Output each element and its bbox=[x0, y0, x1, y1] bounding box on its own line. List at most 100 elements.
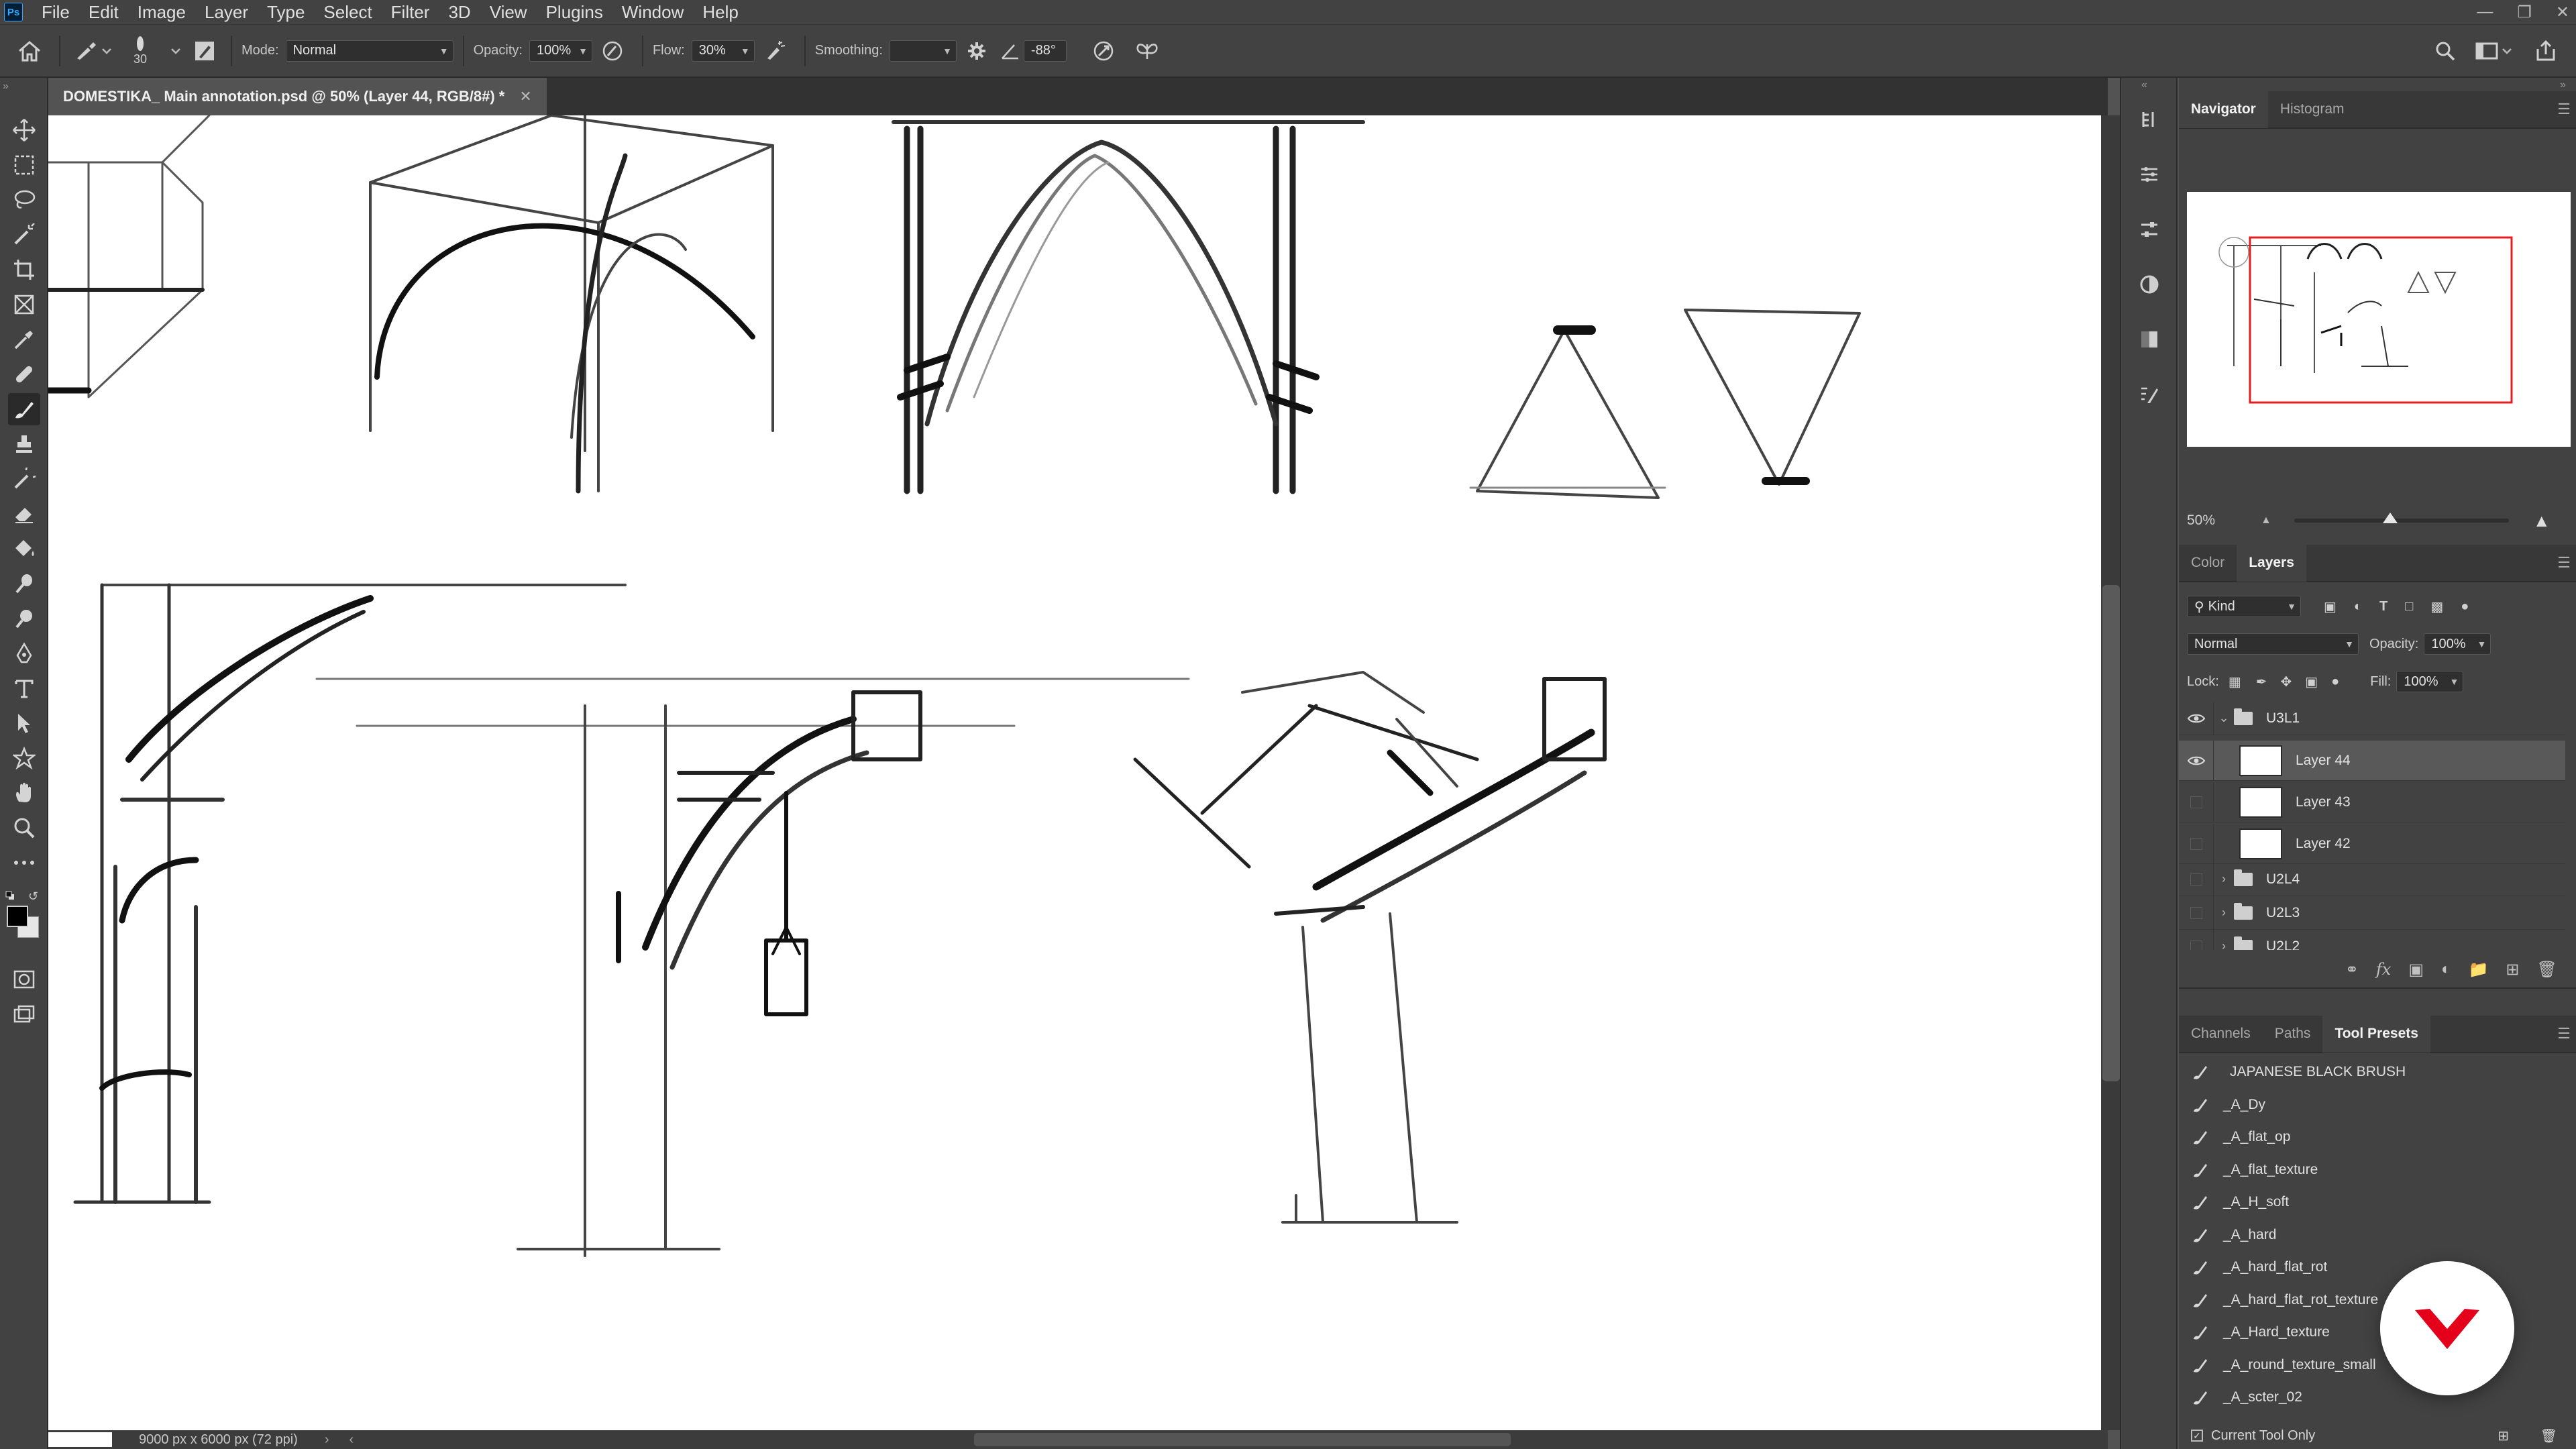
symmetry-butterfly-icon[interactable] bbox=[1127, 40, 1167, 62]
new-layer-icon[interactable]: ⊞ bbox=[2506, 960, 2519, 979]
brush-tool-icon[interactable] bbox=[8, 393, 40, 425]
lock-all-padlock-icon[interactable]: ● bbox=[2331, 674, 2339, 690]
tab-channels[interactable]: Channels bbox=[2179, 1015, 2263, 1053]
custom-shape-tool-icon[interactable] bbox=[8, 742, 40, 774]
zoom-slider[interactable] bbox=[2294, 513, 2509, 523]
tab-navigator[interactable]: Navigator bbox=[2179, 91, 2268, 128]
delete-layer-trash-icon[interactable]: 🗑 bbox=[2537, 960, 2557, 979]
fill-input[interactable]: 100% ▼ bbox=[2396, 671, 2464, 692]
tool-preset-item[interactable]: _A_flat_texture bbox=[2187, 1154, 2563, 1186]
layer-opacity-input[interactable]: 100% ▼ bbox=[2424, 633, 2491, 655]
eyedropper-tool-icon[interactable] bbox=[8, 323, 40, 356]
move-tool-icon[interactable] bbox=[8, 114, 40, 146]
clone-stamp-tool-icon[interactable] bbox=[8, 428, 40, 460]
color-panel-icon[interactable] bbox=[2135, 270, 2164, 299]
search-icon[interactable] bbox=[2428, 40, 2462, 62]
menu-file[interactable]: File bbox=[32, 0, 79, 24]
hand-tool-icon[interactable] bbox=[8, 777, 40, 809]
chevron-right-icon[interactable]: › bbox=[2214, 872, 2234, 886]
history-panel-icon[interactable] bbox=[2135, 105, 2164, 134]
layer-group-row[interactable]: › U2L4 bbox=[2179, 862, 2565, 896]
tool-preset-item[interactable]: _A_hard bbox=[2187, 1219, 2563, 1251]
layer-name[interactable]: U2L3 bbox=[2266, 905, 2300, 921]
filter-pixel-icon[interactable]: ▣ bbox=[2324, 598, 2337, 615]
layer-name[interactable]: U2L2 bbox=[2266, 938, 2300, 951]
default-colors-icon[interactable] bbox=[5, 891, 15, 900]
pressure-opacity-icon[interactable] bbox=[592, 40, 633, 62]
layer-name[interactable]: Layer 42 bbox=[2296, 836, 2351, 852]
layer-name[interactable]: U3L1 bbox=[2266, 710, 2300, 727]
color-swatches[interactable]: ↺ bbox=[4, 890, 44, 943]
flow-input[interactable]: 30% ▼ bbox=[691, 40, 755, 62]
workspace-icon[interactable] bbox=[2471, 41, 2518, 61]
zoom-tool-icon[interactable] bbox=[8, 812, 40, 844]
menu-filter[interactable]: Filter bbox=[382, 0, 439, 24]
tool-preset-item[interactable]: _A_SOFT_100 bbox=[2187, 1414, 2563, 1421]
minimize-icon[interactable]: — bbox=[2477, 3, 2493, 21]
tool-preset-item[interactable]: _A_H_soft bbox=[2187, 1186, 2563, 1218]
filter-toggle-icon[interactable]: ● bbox=[2461, 599, 2469, 614]
document-canvas[interactable] bbox=[48, 115, 2101, 1430]
gradients-panel-icon[interactable] bbox=[2135, 325, 2164, 354]
current-tool-only-checkbox[interactable]: ✓ bbox=[2191, 1430, 2203, 1442]
opacity-input[interactable]: 100% ▼ bbox=[529, 40, 592, 62]
paint-bucket-tool-icon[interactable] bbox=[8, 533, 40, 565]
type-tool-icon[interactable] bbox=[8, 672, 40, 704]
visibility-eye-icon[interactable] bbox=[2179, 702, 2214, 735]
pen-tool-icon[interactable] bbox=[8, 637, 40, 669]
tab-paths[interactable]: Paths bbox=[2263, 1015, 2323, 1053]
frame-tool-icon[interactable] bbox=[8, 288, 40, 321]
document-tab[interactable]: DOMESTIKA_ Main annotation.psd @ 50% (La… bbox=[48, 78, 547, 115]
airbrush-icon[interactable] bbox=[755, 40, 795, 62]
share-icon[interactable] bbox=[2529, 40, 2563, 62]
brush-settings-panel-icon[interactable] bbox=[188, 40, 221, 62]
restore-icon[interactable]: ❐ bbox=[2517, 3, 2532, 22]
navigator-view-box[interactable] bbox=[2249, 236, 2513, 404]
layer-effects-fx-icon[interactable]: fx bbox=[2376, 960, 2391, 979]
menu-plugins[interactable]: Plugins bbox=[537, 0, 612, 24]
layer-name[interactable]: U2L4 bbox=[2266, 871, 2300, 888]
layer-group-row[interactable]: ⌄ U3L1 bbox=[2179, 702, 2565, 735]
visibility-toggle[interactable] bbox=[2179, 896, 2214, 930]
navigator-zoom-value[interactable]: 50% bbox=[2187, 513, 2261, 529]
layer-row[interactable]: Layer 43 bbox=[2179, 782, 2565, 822]
blend-mode-dropdown[interactable]: Normal ▼ bbox=[2187, 633, 2359, 655]
lock-image-brush-icon[interactable]: ✒ bbox=[2256, 674, 2267, 690]
vertical-scroll-thumb[interactable] bbox=[2102, 585, 2120, 1081]
magic-wand-tool-icon[interactable] bbox=[8, 219, 40, 251]
tab-color[interactable]: Color bbox=[2179, 544, 2237, 582]
eraser-tool-icon[interactable] bbox=[8, 498, 40, 530]
visibility-toggle[interactable] bbox=[2179, 823, 2214, 864]
history-brush-tool-icon[interactable] bbox=[8, 463, 40, 495]
filter-adjustment-icon[interactable]: ◐ bbox=[2354, 599, 2362, 614]
marquee-tool-icon[interactable] bbox=[8, 149, 40, 181]
filter-type-icon[interactable]: T bbox=[2379, 599, 2387, 614]
menu-view[interactable]: View bbox=[480, 0, 537, 24]
healing-brush-tool-icon[interactable] bbox=[8, 358, 40, 390]
zoom-slider-handle[interactable] bbox=[2382, 513, 2398, 523]
lock-transparent-icon[interactable]: ▦ bbox=[2229, 674, 2241, 690]
screen-mode-icon[interactable] bbox=[8, 998, 40, 1030]
menu-window[interactable]: Window bbox=[612, 0, 693, 24]
chevron-right-icon[interactable]: › bbox=[2214, 939, 2234, 950]
layer-name[interactable]: Layer 44 bbox=[2296, 753, 2351, 769]
smudge-tool-icon[interactable] bbox=[8, 568, 40, 600]
menu-type[interactable]: Type bbox=[258, 0, 314, 24]
menu-3d[interactable]: 3D bbox=[439, 0, 480, 24]
chevron-down-icon[interactable]: ⌄ bbox=[2214, 711, 2234, 725]
collapse-double-chevron-icon[interactable]: « bbox=[2141, 79, 2147, 91]
filter-smart-object-icon[interactable]: ▩ bbox=[2430, 598, 2443, 615]
layer-filter-dropdown[interactable]: ⚲ Kind ▼ bbox=[2187, 596, 2301, 617]
pressure-size-icon[interactable] bbox=[1080, 40, 1127, 62]
brush-size-picker[interactable]: 30 bbox=[117, 35, 164, 66]
status-menu-chevron-icon[interactable]: › bbox=[325, 1432, 329, 1448]
layer-group-row[interactable]: › U2L2 bbox=[2179, 929, 2565, 951]
panel-menu-icon[interactable]: ☰ bbox=[2557, 1025, 2571, 1042]
lock-position-move-icon[interactable]: ✥ bbox=[2280, 674, 2292, 690]
tool-preset-item[interactable]: _A_Dy bbox=[2187, 1089, 2563, 1121]
tool-preset-item[interactable]: _A_scter_02 bbox=[2187, 1381, 2563, 1413]
more-tools-icon[interactable] bbox=[8, 847, 40, 879]
adjustments-panel-icon[interactable] bbox=[2135, 160, 2164, 189]
tool-preset-item[interactable]: JAPANESE BLACK BRUSH bbox=[2187, 1056, 2563, 1088]
collapse-double-chevron-icon[interactable]: » bbox=[2560, 79, 2566, 91]
